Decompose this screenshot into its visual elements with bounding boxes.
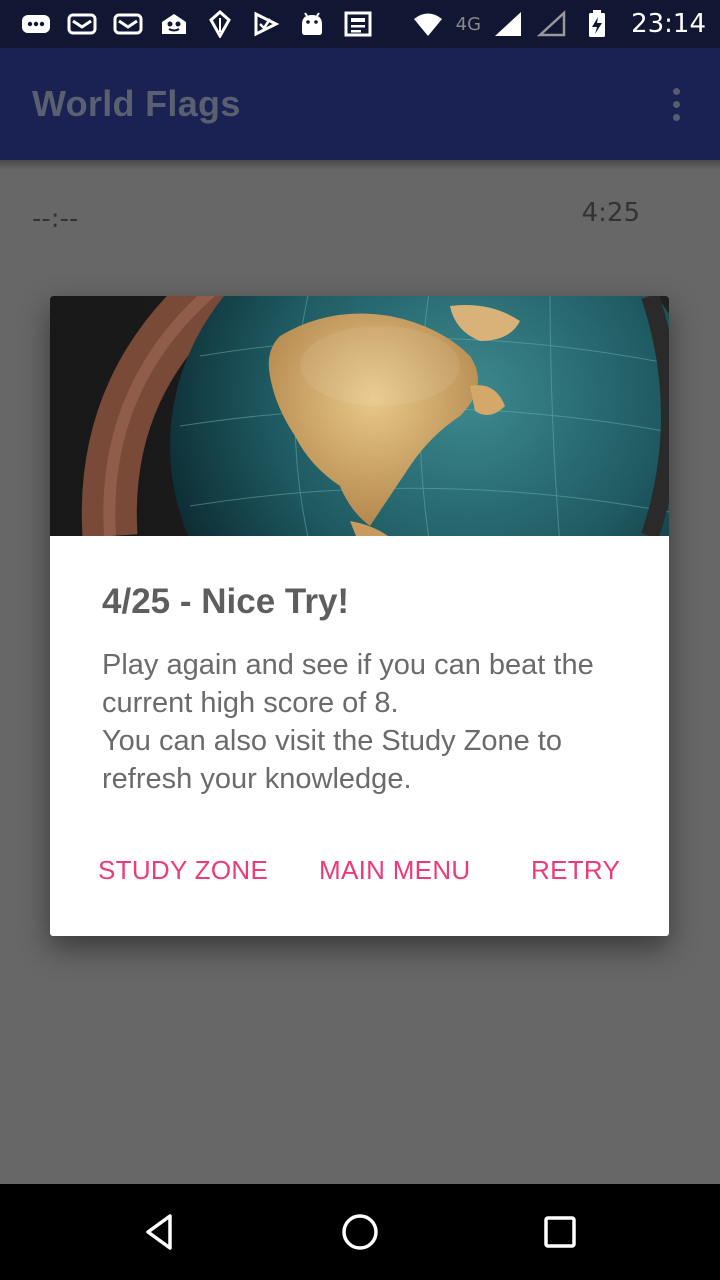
- chat-icon: [20, 10, 52, 38]
- system-status: 4G 23:14: [412, 9, 706, 39]
- android-icon: [296, 10, 328, 38]
- signal-icon: [493, 10, 525, 38]
- mail-icon: [112, 10, 144, 38]
- app-bar: World Flags: [0, 48, 720, 160]
- news-icon: [342, 10, 374, 38]
- dialog-message-line: Play again and see if you can beat the c…: [102, 649, 594, 719]
- navigation-bar: [0, 1184, 720, 1280]
- network-type-label: 4G: [455, 13, 482, 35]
- leaf-icon: [204, 10, 236, 38]
- notification-icons: [20, 10, 374, 38]
- back-icon[interactable]: [136, 1208, 184, 1256]
- wifi-icon: [412, 10, 444, 38]
- check-icon: [250, 10, 282, 38]
- dialog-actions: STUDY ZONE MAIN MENU RETRY: [50, 848, 669, 892]
- score-label: 4:25: [581, 198, 640, 228]
- overflow-menu-icon[interactable]: [664, 80, 688, 128]
- result-dialog: 4/25 - Nice Try! Play again and see if y…: [50, 296, 669, 936]
- home-icon[interactable]: [336, 1208, 384, 1256]
- dialog-title: 4/25 - Nice Try!: [102, 582, 350, 621]
- signal-empty-icon: [537, 10, 569, 38]
- dialog-message: Play again and see if you can beat the c…: [102, 646, 617, 798]
- globe-image: [50, 296, 669, 536]
- app-title: World Flags: [32, 83, 241, 124]
- main-menu-button[interactable]: MAIN MENU: [319, 848, 470, 892]
- retry-button[interactable]: RETRY: [531, 848, 620, 892]
- clock: 23:14: [631, 9, 706, 39]
- dialog-message-line: You can also visit the Study Zone to ref…: [102, 725, 562, 795]
- timer-label: --:--: [32, 204, 79, 234]
- game-icon: [158, 10, 190, 38]
- battery-charging-icon: [581, 10, 613, 38]
- recent-apps-icon[interactable]: [536, 1208, 584, 1256]
- status-bar: 4G 23:14: [0, 0, 720, 48]
- study-zone-button[interactable]: STUDY ZONE: [98, 848, 268, 892]
- mail-icon: [66, 10, 98, 38]
